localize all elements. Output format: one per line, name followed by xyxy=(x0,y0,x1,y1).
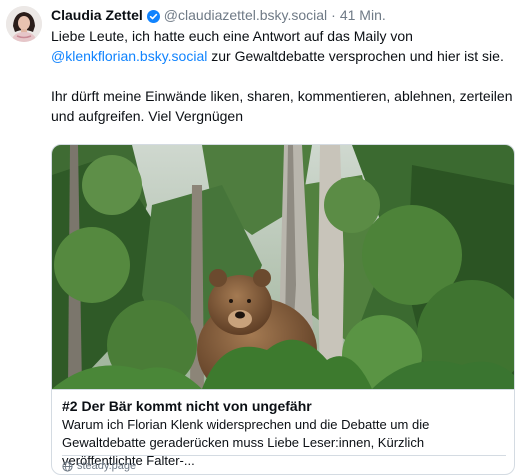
post-text: Liebe Leute, ich hatte euch eine Antwort… xyxy=(51,26,513,126)
globe-icon xyxy=(62,460,73,472)
post-paragraph-2: Ihr dürft meine Einwände liken, sharen, … xyxy=(51,88,513,124)
verified-badge-icon[interactable] xyxy=(146,9,160,23)
link-card-domain: steady.page xyxy=(77,460,137,472)
timestamp[interactable]: 41 Min. xyxy=(340,6,386,24)
link-card-title[interactable]: #2 Der Bär kommt nicht von ungefähr xyxy=(62,397,506,415)
post-paragraph-1: Liebe Leute, ich hatte euch eine Antwort… xyxy=(51,26,513,66)
post-text-line1: Liebe Leute, ich hatte euch eine Antwort… xyxy=(51,28,413,44)
avatar[interactable] xyxy=(6,6,42,42)
post: Claudia Zettel @claudiazettel.bsky.socia… xyxy=(0,0,522,475)
link-card[interactable]: #2 Der Bär kommt nicht von ungefähr Waru… xyxy=(51,144,515,475)
link-card-separator xyxy=(62,455,506,456)
mention-link[interactable]: @klenkflorian.bsky.social xyxy=(51,48,207,64)
header-separator: · xyxy=(331,7,336,23)
link-card-divider xyxy=(52,389,514,390)
post-header: Claudia Zettel @claudiazettel.bsky.socia… xyxy=(51,6,512,24)
author-name[interactable]: Claudia Zettel xyxy=(51,6,143,24)
author-handle[interactable]: @claudiazettel.bsky.social xyxy=(164,6,327,24)
link-card-image[interactable] xyxy=(52,145,514,402)
post-text-line2: zur Gewaltdebatte versprochen und hier i… xyxy=(207,48,504,64)
link-card-domain-row: steady.page xyxy=(62,459,136,473)
